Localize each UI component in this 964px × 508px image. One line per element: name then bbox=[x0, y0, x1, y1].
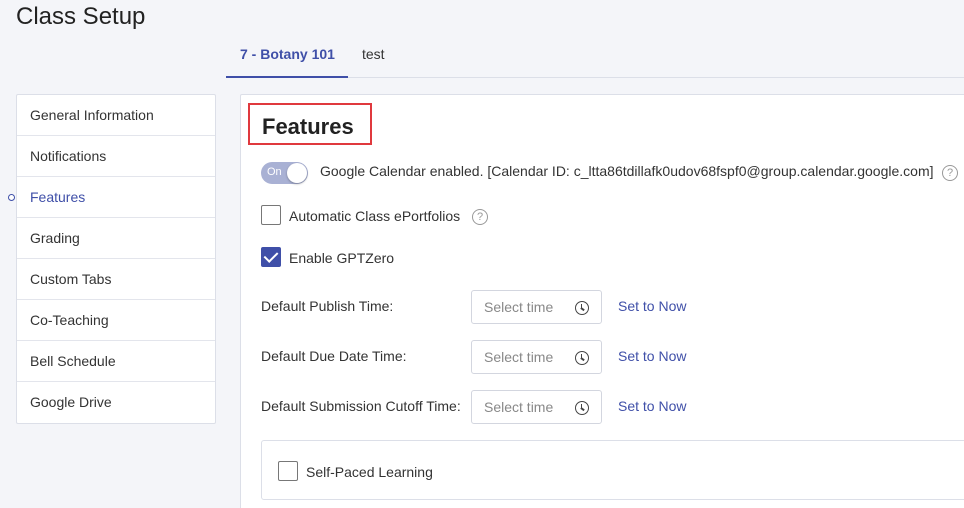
cutoff-set-now-link[interactable]: Set to Now bbox=[618, 398, 686, 414]
publish-time-placeholder: Select time bbox=[484, 299, 554, 315]
publish-set-now-link[interactable]: Set to Now bbox=[618, 298, 686, 314]
gptzero-checkbox[interactable] bbox=[261, 247, 281, 267]
eportfolios-checkbox[interactable] bbox=[261, 205, 281, 225]
google-calendar-status: Google Calendar enabled. [Calendar ID: c… bbox=[320, 163, 934, 179]
self-paced-label: Self-Paced Learning bbox=[306, 464, 433, 480]
sidebar-item-custom-tabs[interactable]: Custom Tabs bbox=[17, 259, 215, 300]
publish-time-label: Default Publish Time: bbox=[261, 298, 394, 314]
due-date-set-now-link[interactable]: Set to Now bbox=[618, 348, 686, 364]
self-paced-checkbox[interactable] bbox=[278, 461, 298, 481]
page-title: Class Setup bbox=[16, 3, 146, 30]
sidebar-item-notifications[interactable]: Notifications bbox=[17, 136, 215, 177]
due-date-time-placeholder: Select time bbox=[484, 349, 554, 365]
clock-icon bbox=[575, 351, 589, 365]
cutoff-time-label: Default Submission Cutoff Time: bbox=[261, 398, 461, 414]
publish-time-input[interactable]: Select time bbox=[471, 290, 602, 324]
tab-test[interactable]: test bbox=[348, 40, 398, 78]
gptzero-label: Enable GPTZero bbox=[289, 250, 395, 266]
eportfolios-help-icon[interactable]: ? bbox=[472, 209, 488, 225]
google-calendar-toggle[interactable]: On bbox=[261, 162, 308, 184]
cutoff-time-placeholder: Select time bbox=[484, 399, 554, 415]
active-indicator-icon bbox=[8, 194, 15, 201]
eportfolios-label: Automatic Class ePortfolios bbox=[289, 208, 461, 224]
sidebar-item-label: Features bbox=[30, 189, 86, 205]
sidebar-item-general-information[interactable]: General Information bbox=[17, 95, 215, 136]
class-tabs: 7 - Botany 101 test bbox=[226, 40, 964, 78]
sidebar-item-bell-schedule[interactable]: Bell Schedule bbox=[17, 341, 215, 382]
tab-botany-101[interactable]: 7 - Botany 101 bbox=[226, 40, 348, 78]
sidebar-item-features[interactable]: Features bbox=[8, 177, 215, 218]
toggle-knob bbox=[287, 163, 307, 183]
toggle-label: On bbox=[267, 166, 282, 178]
due-date-time-input[interactable]: Select time bbox=[471, 340, 602, 374]
cutoff-time-input[interactable]: Select time bbox=[471, 390, 602, 424]
clock-icon bbox=[575, 401, 589, 415]
sidebar-item-co-teaching[interactable]: Co-Teaching bbox=[17, 300, 215, 341]
clock-icon bbox=[575, 301, 589, 315]
sidebar-item-google-drive[interactable]: Google Drive bbox=[17, 382, 215, 423]
settings-sidebar: General Information Notifications Featur… bbox=[8, 94, 216, 424]
google-calendar-help-icon[interactable]: ? bbox=[942, 165, 958, 181]
due-date-time-label: Default Due Date Time: bbox=[261, 348, 407, 364]
sidebar-item-grading[interactable]: Grading bbox=[17, 218, 215, 259]
features-heading: Features bbox=[248, 103, 372, 145]
